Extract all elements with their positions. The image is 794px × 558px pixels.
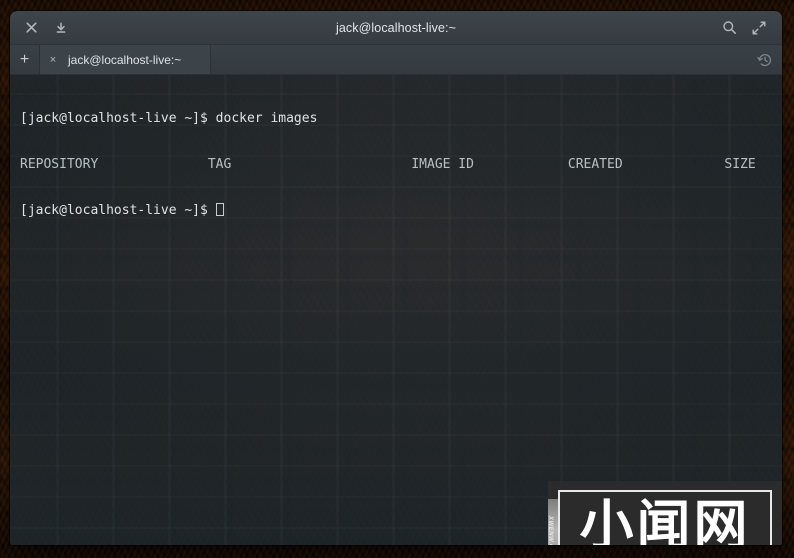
terminal-line-prompt: [jack@localhost-live ~]$ — [20, 202, 782, 218]
window-title: jack@localhost-live:~ — [335, 20, 457, 35]
terminal-line-command: [jack@localhost-live ~]$ docker images — [20, 111, 782, 126]
watermark-title: 小闻网 — [579, 494, 751, 546]
download-arrow-icon — [56, 21, 66, 33]
minimize-button[interactable] — [46, 11, 76, 44]
close-icon — [25, 22, 37, 33]
shell-prompt-current: [jack@localhost-live ~]$ — [20, 202, 208, 218]
watermark-vertical-text: XWENW.COM — [548, 499, 558, 545]
terminal-cursor — [215, 202, 224, 216]
new-tab-button[interactable]: + — [10, 45, 40, 74]
shell-prompt: [jack@localhost-live ~]$ — [20, 111, 208, 127]
titlebar-right-buttons — [714, 11, 774, 44]
terminal-window: jack@localhost-live:~ + × jack@localhost… — [10, 11, 782, 545]
tab-bar: + × jack@localhost-live:~ — [10, 45, 782, 75]
maximize-button[interactable] — [744, 11, 774, 44]
terminal-output: [jack@localhost-live ~]$ docker images R… — [10, 75, 782, 248]
search-button[interactable] — [714, 11, 744, 44]
search-icon — [722, 21, 736, 34]
history-clock-icon — [757, 53, 772, 66]
watermark: 小闻网 XWENW.COM XWENW.COM XWENW.COM 小闻网（WW… — [548, 481, 782, 545]
window-titlebar: jack@localhost-live:~ — [10, 11, 782, 45]
terminal-tab[interactable]: × jack@localhost-live:~ — [40, 45, 211, 74]
shell-command: docker images — [207, 111, 318, 127]
tab-bar-spacer — [211, 45, 748, 74]
new-tab-icon: + — [19, 50, 30, 68]
expand-arrows-icon — [752, 21, 766, 34]
close-button[interactable] — [16, 11, 46, 44]
terminal-line-table-header: REPOSITORY TAG IMAGE ID CREATED SIZE — [20, 157, 756, 172]
tab-label: jack@localhost-live:~ — [68, 52, 182, 67]
titlebar-left-buttons — [16, 11, 76, 44]
terminal-body[interactable]: [jack@localhost-live ~]$ docker images R… — [10, 75, 782, 545]
history-button[interactable] — [748, 45, 782, 74]
tab-close-icon[interactable]: × — [46, 54, 60, 66]
